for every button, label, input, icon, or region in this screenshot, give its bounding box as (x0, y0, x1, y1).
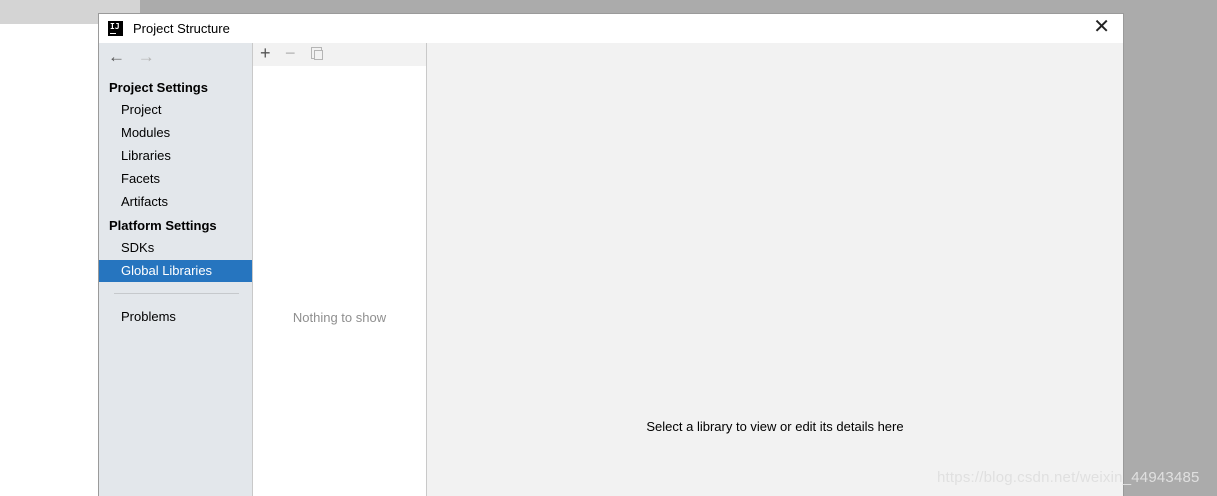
details-panel: Select a library to view or edit its det… (427, 43, 1123, 496)
nav-arrows: ← → (108, 47, 155, 67)
close-button[interactable]: ✕ (1093, 17, 1110, 37)
sidebar-item-artifacts[interactable]: Artifacts (99, 191, 252, 213)
background-window (0, 0, 99, 496)
sidebar-item-sdks[interactable]: SDKs (99, 237, 252, 259)
window-title: Project Structure (133, 21, 230, 36)
sidebar-separator (114, 293, 239, 294)
forward-arrow-icon[interactable]: → (138, 47, 155, 66)
remove-icon[interactable]: − (285, 43, 296, 64)
sidebar-item-facets[interactable]: Facets (99, 168, 252, 190)
section-header-project-settings: Project Settings (109, 80, 208, 95)
settings-sidebar: ← → Project Settings Project Modules Lib… (99, 43, 253, 496)
project-structure-dialog: IJ Project Structure ✕ ← → Project Setti… (98, 13, 1124, 496)
sidebar-item-problems[interactable]: Problems (99, 306, 252, 328)
details-placeholder: Select a library to view or edit its det… (646, 419, 904, 434)
title-bar: IJ Project Structure ✕ (99, 14, 1123, 43)
copy-icon[interactable] (311, 47, 323, 60)
section-header-platform-settings: Platform Settings (109, 218, 217, 233)
intellij-app-icon: IJ (108, 21, 123, 36)
watermark-text: https://blog.csdn.net/weixin_44943485 (937, 469, 1200, 486)
sidebar-item-global-libraries[interactable]: Global Libraries (99, 260, 252, 282)
sidebar-item-libraries[interactable]: Libraries (99, 145, 252, 167)
add-icon[interactable]: + (260, 43, 271, 64)
list-toolbar: + − (253, 43, 426, 66)
sidebar-item-modules[interactable]: Modules (99, 122, 252, 144)
empty-list-message: Nothing to show (292, 310, 387, 325)
back-arrow-icon[interactable]: ← (108, 47, 125, 66)
sidebar-item-project[interactable]: Project (99, 99, 252, 121)
library-list-panel: + − Nothing to show (253, 43, 427, 496)
